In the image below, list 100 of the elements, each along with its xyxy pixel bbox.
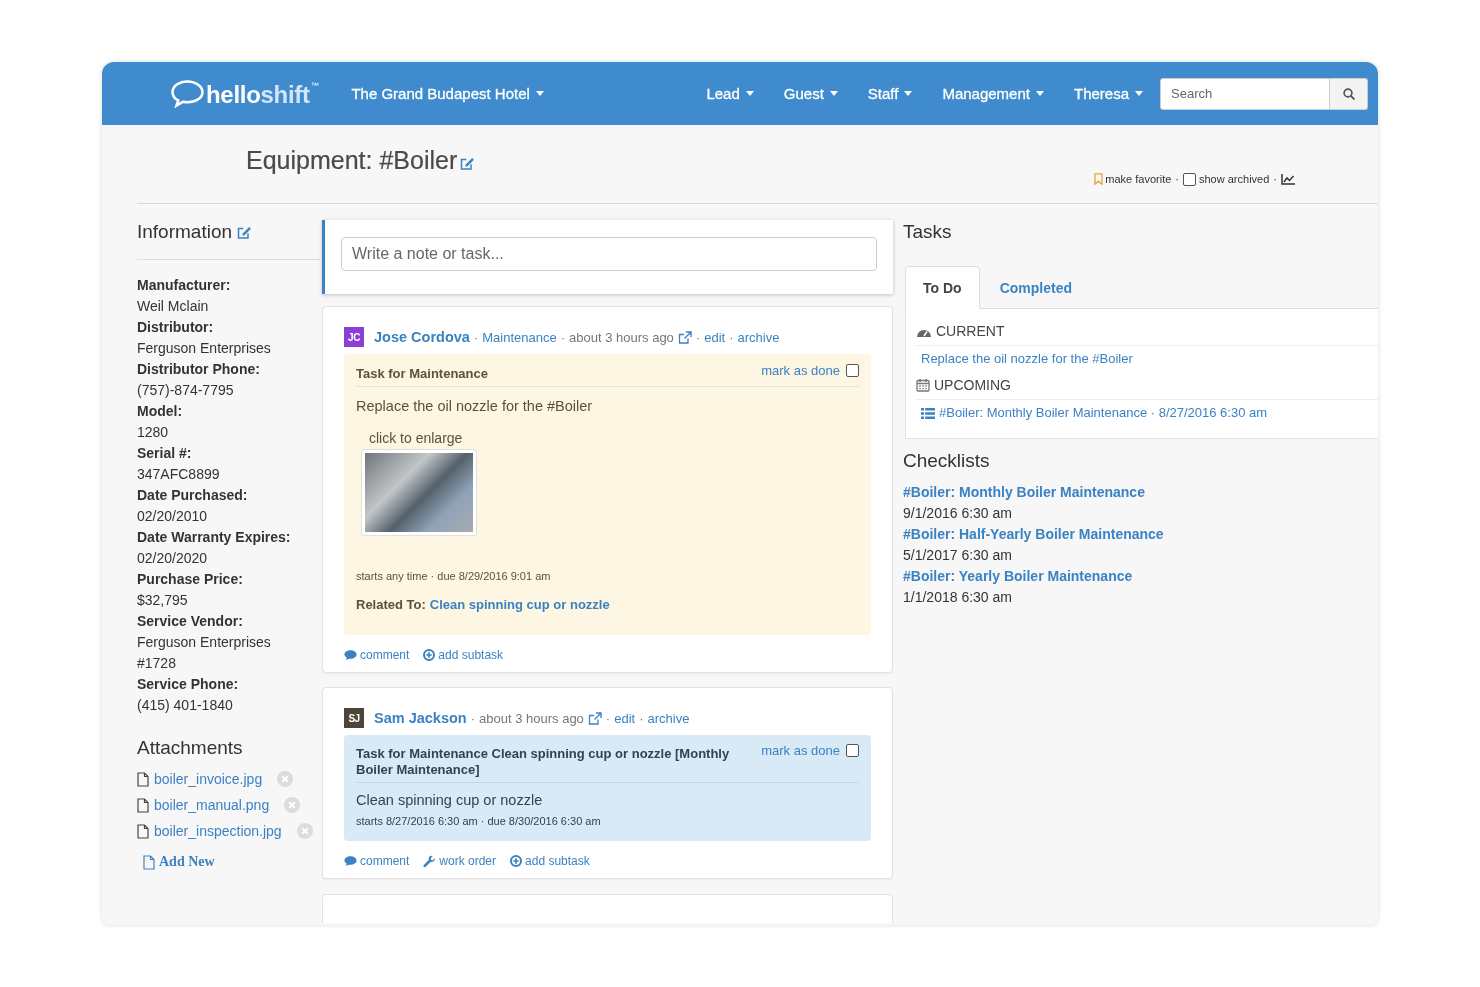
comment-link[interactable]: comment xyxy=(344,647,410,663)
caret-icon xyxy=(904,91,913,96)
search-field[interactable]: Search xyxy=(1160,77,1330,110)
image-caption[interactable]: click to enlarge xyxy=(369,429,463,447)
attachment-link[interactable]: boiler_manual.png xyxy=(154,797,270,813)
field-label: Distributor: xyxy=(137,318,215,337)
separator: · xyxy=(639,710,644,726)
done-checkbox[interactable] xyxy=(846,363,859,377)
checkbox-label: show archived xyxy=(1199,172,1270,186)
field-value: Weil Mclain xyxy=(137,297,210,316)
checklist-link[interactable]: #Boiler: Yearly Boiler Maintenance xyxy=(903,566,1378,587)
field-value: 02/20/2020 xyxy=(137,549,209,568)
edit-icon[interactable] xyxy=(237,225,253,239)
mark-done-link[interactable]: mark as done xyxy=(761,742,840,758)
nav-menu[interactable]: Lead xyxy=(691,73,769,114)
section-title: Attachments xyxy=(137,736,244,760)
attachment-link[interactable]: boiler_inspection.jpg xyxy=(154,823,282,839)
related-label: Related To: xyxy=(356,596,426,614)
field-label: Model: xyxy=(137,402,184,421)
file-icon xyxy=(137,771,149,787)
nav-menu[interactable]: Guest xyxy=(768,73,853,114)
checklist-link[interactable]: #Boiler: Half-Yearly Boiler Maintenance xyxy=(903,524,1378,545)
add-subtask-link[interactable]: add subtask xyxy=(510,853,590,869)
user-avatar: JC xyxy=(344,327,364,347)
tab[interactable]: To Do xyxy=(905,266,980,309)
category-link[interactable]: Maintenance xyxy=(482,329,557,345)
task-link[interactable]: #Boiler: Monthly Boiler Maintenance · 8/27/2016 6:30 am xyxy=(921,404,1378,422)
field-value: (757)-874-7795 xyxy=(137,381,235,400)
favorite-link[interactable]: make favorite xyxy=(1094,172,1172,186)
file-icon xyxy=(143,854,155,870)
field-label: Date Warranty Expires: xyxy=(137,528,292,547)
task-description: Replace the oil nozzle for the #Boiler xyxy=(356,397,594,416)
task-description: Clean spinning cup or nozzle xyxy=(356,791,544,810)
file-icon xyxy=(137,823,149,839)
add-new-link[interactable]: Add New xyxy=(143,851,215,873)
wrench-icon xyxy=(423,854,437,868)
calendar-icon xyxy=(916,378,930,392)
line-chart-icon[interactable] xyxy=(1281,173,1295,185)
separator: · xyxy=(470,710,476,726)
comment-link[interactable]: comment xyxy=(344,853,410,869)
checklist-link[interactable]: #Boiler: Monthly Boiler Maintenance xyxy=(903,482,1378,503)
timestamp: about 3 hours ago xyxy=(479,710,584,726)
list-icon xyxy=(921,407,935,419)
field-value: 1280 xyxy=(137,423,170,442)
edit-link[interactable]: edit xyxy=(614,710,636,726)
mark-done-link[interactable]: mark as done xyxy=(761,362,840,378)
nav-menu[interactable]: Staff xyxy=(852,73,928,114)
nav-menu[interactable]: Management xyxy=(927,73,1059,114)
edit-icon[interactable] xyxy=(460,156,476,170)
field-value: 347AFC8899 xyxy=(137,465,221,484)
field-value: 02/20/2010 xyxy=(137,507,209,526)
task-schedule: starts 8/27/2016 6:30 am · due 8/30/2016 6:30 am xyxy=(356,814,602,828)
user-avatar: SJ xyxy=(344,708,364,728)
comment-icon xyxy=(344,855,357,867)
field-label: Purchase Price: xyxy=(137,570,244,589)
task-link[interactable]: Replace the oil nozzle for the #Boiler xyxy=(921,350,1378,368)
speech-bubble-icon xyxy=(170,79,205,108)
section-title: Tasks xyxy=(903,220,953,244)
section-heading: CURRENT xyxy=(936,322,1005,341)
timestamp: about 3 hours ago xyxy=(569,329,674,345)
section-heading: UPCOMING xyxy=(934,376,1011,395)
bookmark-icon xyxy=(1094,173,1104,185)
hotel-menu[interactable]: The Grand Budapest Hotel xyxy=(336,73,559,114)
field-label: Serial #: xyxy=(137,444,193,463)
external-link-icon[interactable] xyxy=(587,711,602,725)
caret-icon xyxy=(745,91,754,96)
field-label: Service Vendor: xyxy=(137,612,244,631)
edit-link[interactable]: edit xyxy=(704,329,726,345)
caret-icon xyxy=(535,91,544,96)
task-title: Task for Maintenance Clean spinning cup or nozzle [Monthly Boiler Maintenance] xyxy=(356,746,731,778)
search-button[interactable] xyxy=(1330,77,1368,110)
attachment-link[interactable]: boiler_invoice.jpg xyxy=(154,771,263,787)
author-link[interactable]: Sam Jackson xyxy=(374,710,467,726)
caret-icon xyxy=(1035,91,1044,96)
plus-circle-icon xyxy=(510,855,523,867)
done-checkbox[interactable] xyxy=(846,743,859,757)
checkbox[interactable] xyxy=(1183,172,1196,186)
plus-circle-icon xyxy=(423,649,436,661)
separator: · xyxy=(1175,172,1179,186)
section-title: Information xyxy=(137,220,233,244)
photo-placeholder[interactable] xyxy=(361,449,477,536)
separator: · xyxy=(560,329,566,345)
work-order-link[interactable]: work order xyxy=(423,853,497,869)
related-link[interactable]: Clean spinning cup or nozzle xyxy=(429,596,610,614)
tab[interactable]: Completed xyxy=(981,266,1090,309)
field-value: (415) 401-1840 xyxy=(137,696,234,715)
note-input[interactable]: Write a note or task... xyxy=(341,237,877,271)
field-value: Ferguson Enterprises #1728 xyxy=(137,633,272,673)
nav-menu[interactable]: Theresa xyxy=(1058,73,1158,114)
task-title: Task for Maintenance xyxy=(356,366,489,382)
add-subtask-link[interactable]: add subtask xyxy=(423,647,504,663)
field-label: Manufacturer: xyxy=(137,276,232,295)
author-link[interactable]: Jose Cordova xyxy=(374,329,470,345)
field-label: Date Purchased: xyxy=(137,486,249,505)
separator: · xyxy=(473,329,479,345)
archive-link[interactable]: archive xyxy=(737,329,780,345)
file-icon xyxy=(137,797,149,813)
checklist-date: 5/1/2017 6:30 am xyxy=(903,546,1013,565)
archive-link[interactable]: archive xyxy=(647,710,690,726)
external-link-icon[interactable] xyxy=(677,330,692,344)
